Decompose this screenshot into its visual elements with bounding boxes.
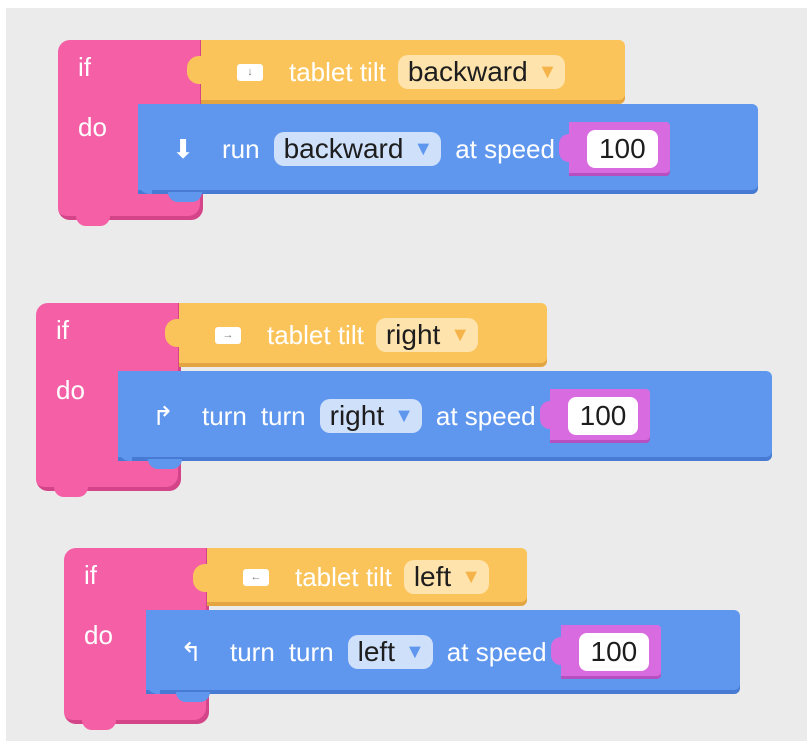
tilt-direction-dropdown[interactable]: right ▼: [375, 318, 479, 352]
speed-input[interactable]: 100: [586, 130, 658, 168]
turn-left-icon: ↰: [180, 636, 202, 667]
arrow-down-icon: ⬇: [172, 133, 194, 164]
turn-action-block[interactable]: ↰ turn turn left ▼ at speed 100: [146, 610, 740, 702]
chevron-down-icon: ▼: [404, 640, 425, 663]
tilt-direction-value: left: [413, 561, 452, 592]
tablet-tilt-condition-block[interactable]: ↓ tablet tilt backward ▼: [187, 40, 625, 104]
run-action-block[interactable]: ⬇ run backward ▼ at speed 100: [138, 104, 758, 202]
turn-right-icon: ↱: [152, 400, 174, 431]
action-verb-secondary: turn: [288, 636, 334, 667]
speed-label: at speed: [446, 636, 547, 667]
turn-action-block[interactable]: ↱ turn turn right ▼ at speed 100: [118, 371, 772, 469]
condition-label: tablet tilt: [295, 561, 392, 592]
speed-number-block[interactable]: 100: [558, 122, 670, 176]
speed-input[interactable]: 100: [578, 633, 650, 671]
tablet-tilt-condition-block[interactable]: → tablet tilt right ▼: [165, 303, 547, 367]
if-keyword: if: [78, 52, 91, 82]
if-block-right[interactable]: if do → tablet tilt right ▼ ↱ turn turn …: [36, 303, 786, 497]
speed-input[interactable]: 100: [567, 397, 639, 435]
tilt-direction-value: right: [385, 319, 441, 350]
turn-direction-value: left: [357, 636, 395, 667]
chevron-down-icon: ▼: [537, 60, 558, 83]
action-verb-secondary: turn: [260, 400, 306, 431]
action-verb: turn: [230, 636, 275, 667]
tablet-tilt-condition-block[interactable]: ← tablet tilt left ▼: [193, 548, 527, 606]
condition-label: tablet tilt: [267, 319, 364, 350]
speed-number-block[interactable]: 100: [550, 625, 662, 679]
run-direction-value: backward: [283, 133, 404, 164]
condition-label: tablet tilt: [289, 56, 386, 87]
turn-direction-dropdown[interactable]: right ▼: [319, 399, 422, 433]
blocks-workspace: if do ↓ tablet tilt backward ▼ ⬇ run bac…: [6, 8, 807, 741]
chevron-down-icon: ▼: [461, 565, 481, 588]
turn-direction-value: right: [329, 400, 385, 431]
do-keyword: do: [84, 620, 113, 650]
tilt-direction-value: backward: [407, 56, 528, 87]
if-block-left[interactable]: if do ← tablet tilt left ▼ ↰ turn turn l…: [64, 548, 764, 738]
if-block-backward[interactable]: if do ↓ tablet tilt backward ▼ ⬇ run bac…: [58, 40, 778, 230]
action-verb: turn: [202, 400, 247, 431]
run-direction-dropdown[interactable]: backward ▼: [273, 132, 442, 166]
speed-label: at speed: [435, 400, 536, 431]
speed-number-block[interactable]: 100: [539, 389, 651, 443]
tablet-tilt-backward-icon: ↓: [237, 63, 263, 81]
chevron-down-icon: ▼: [450, 323, 471, 346]
turn-direction-dropdown[interactable]: left ▼: [347, 635, 433, 669]
tilt-direction-dropdown[interactable]: backward ▼: [397, 55, 566, 89]
action-verb: run: [222, 133, 260, 164]
chevron-down-icon: ▼: [413, 137, 434, 160]
if-keyword: if: [84, 560, 97, 590]
if-keyword: if: [56, 315, 69, 345]
speed-label: at speed: [455, 133, 555, 164]
do-keyword: do: [56, 375, 85, 405]
chevron-down-icon: ▼: [394, 404, 414, 427]
tablet-tilt-left-icon: ←: [243, 568, 269, 586]
tilt-direction-dropdown[interactable]: left ▼: [403, 560, 489, 594]
do-keyword: do: [78, 112, 107, 142]
tablet-tilt-right-icon: →: [215, 326, 241, 344]
